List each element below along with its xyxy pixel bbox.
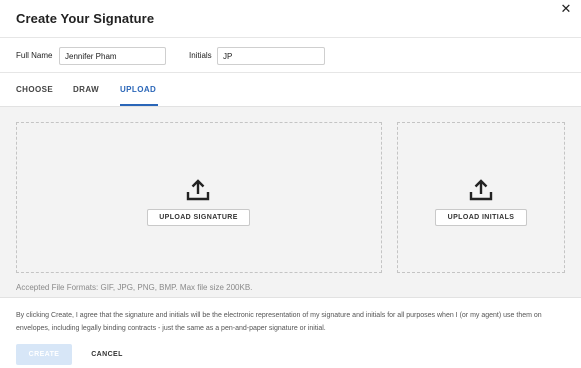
tab-upload[interactable]: UPLOAD <box>120 85 156 94</box>
create-signature-dialog: Create Your Signature ✕ Full Name Initia… <box>0 0 581 368</box>
upload-icon <box>186 179 210 201</box>
initials-input[interactable] <box>217 47 325 65</box>
full-name-input[interactable] <box>59 47 166 65</box>
dialog-header: Create Your Signature ✕ <box>0 0 581 38</box>
tab-choose[interactable]: CHOOSE <box>16 85 53 94</box>
create-button[interactable]: CREATE <box>16 344 72 365</box>
consent-text: By clicking Create, I agree that the sig… <box>16 312 542 332</box>
upload-icon <box>469 179 493 201</box>
signature-dropzone[interactable]: UPLOAD SIGNATURE <box>16 122 382 273</box>
signature-tabs: CHOOSE DRAW UPLOAD <box>0 74 581 104</box>
cancel-button[interactable]: CANCEL <box>85 344 129 365</box>
upload-initials-button[interactable]: UPLOAD INITIALS <box>435 209 527 226</box>
dialog-title: Create Your Signature <box>16 11 155 26</box>
dialog-footer: By clicking Create, I agree that the sig… <box>0 297 581 368</box>
initials-label: Initials <box>189 51 212 60</box>
tab-draw[interactable]: DRAW <box>73 85 99 94</box>
upload-signature-button[interactable]: UPLOAD SIGNATURE <box>147 209 250 226</box>
name-fields-row: Full Name Initials <box>0 39 581 73</box>
accepted-formats-note: Accepted File Formats: GIF, JPG, PNG, BM… <box>16 283 253 292</box>
initials-dropzone[interactable]: UPLOAD INITIALS <box>397 122 565 273</box>
full-name-label: Full Name <box>16 51 53 60</box>
close-icon[interactable]: ✕ <box>559 2 573 16</box>
